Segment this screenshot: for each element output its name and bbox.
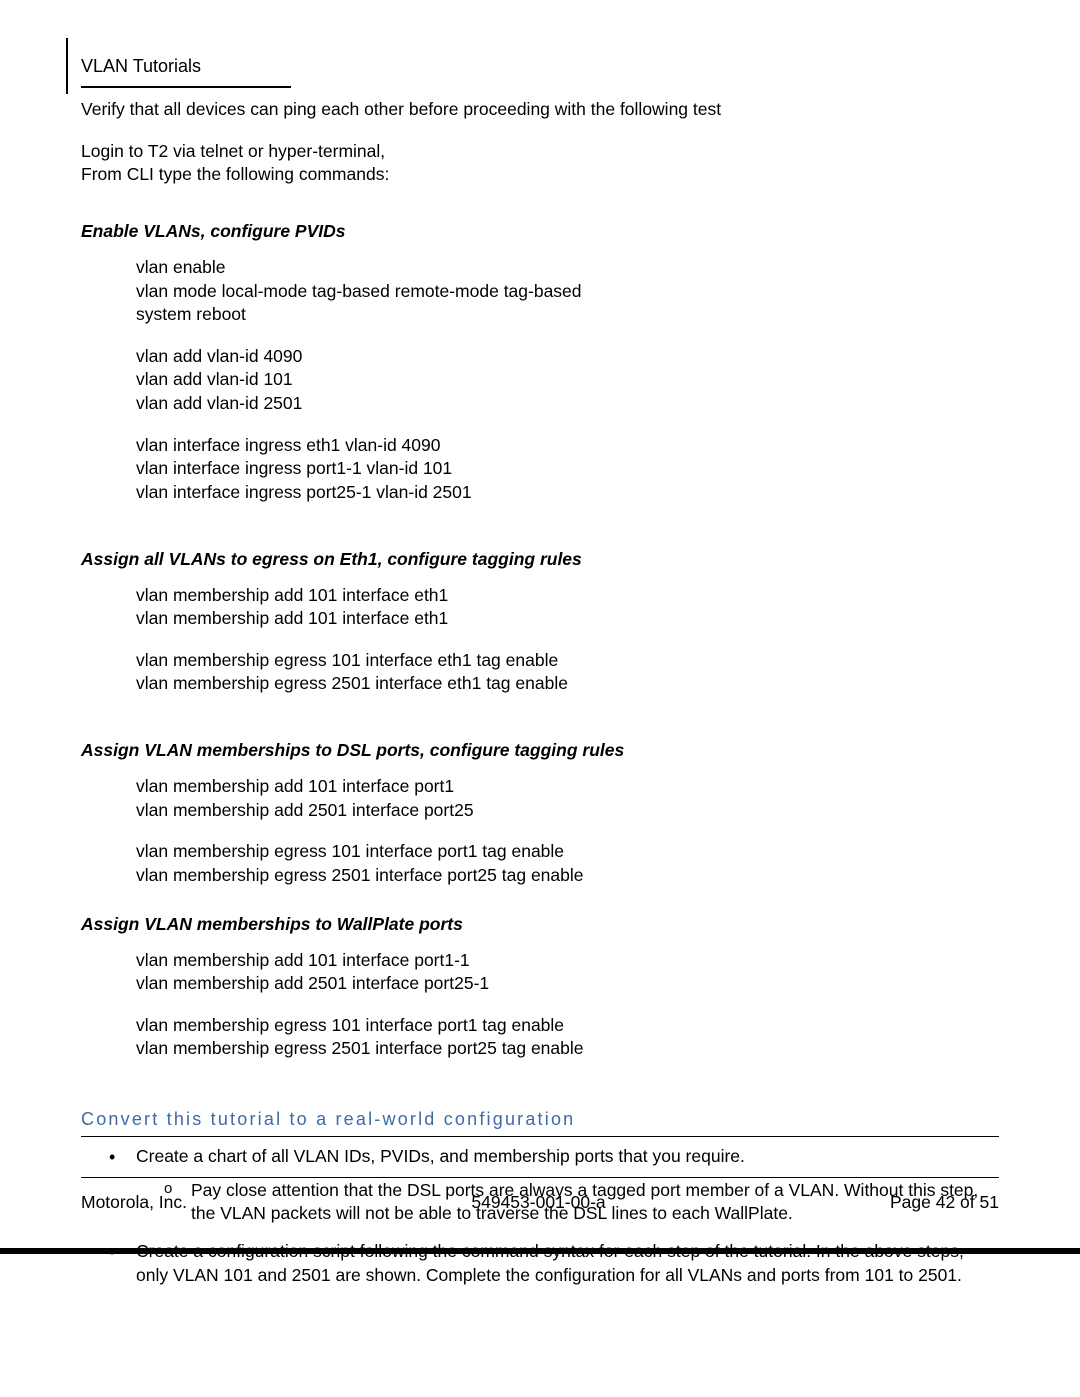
command-line: vlan membership add 101 interface eth1 — [136, 584, 999, 608]
footer-row: Motorola, Inc. 549453-001-00-a Page 42 o… — [81, 1192, 999, 1213]
command-line: vlan enable — [136, 256, 999, 280]
section-heading: Assign VLAN memberships to DSL ports, co… — [81, 740, 999, 761]
command-block: vlan enable vlan mode local-mode tag-bas… — [136, 256, 999, 327]
command-line: vlan membership egress 2501 interface et… — [136, 672, 999, 696]
command-line: vlan membership add 101 interface port1-… — [136, 949, 999, 973]
list-item: Create a configuration script following … — [81, 1240, 999, 1287]
list-item-text: Create a chart of all VLAN IDs, PVIDs, a… — [136, 1146, 745, 1166]
command-block: vlan add vlan-id 4090 vlan add vlan-id 1… — [136, 345, 999, 416]
document-bottom-bar — [0, 1248, 1080, 1254]
footer-left: Motorola, Inc. — [81, 1192, 187, 1213]
page-footer: Motorola, Inc. 549453-001-00-a Page 42 o… — [81, 1177, 999, 1213]
convert-bullet-list: Create a chart of all VLAN IDs, PVIDs, a… — [81, 1145, 999, 1287]
command-line: vlan membership add 101 interface port1 — [136, 775, 999, 799]
command-line: vlan add vlan-id 101 — [136, 368, 999, 392]
page-header: VLAN Tutorials — [81, 38, 999, 94]
command-line: system reboot — [136, 303, 999, 327]
intro-login-2: From CLI type the following commands: — [81, 163, 999, 187]
header-vertical-rule — [66, 38, 68, 94]
intro-login-1: Login to T2 via telnet or hyper-terminal… — [81, 140, 999, 164]
footer-rule — [81, 1177, 999, 1178]
section-heading: Assign all VLANs to egress on Eth1, conf… — [81, 549, 999, 570]
command-block: vlan membership egress 101 interface por… — [136, 840, 999, 887]
command-line: vlan membership add 101 interface eth1 — [136, 607, 999, 631]
command-block: vlan membership egress 101 interface eth… — [136, 649, 999, 696]
command-line: vlan membership add 2501 interface port2… — [136, 799, 999, 823]
command-block: vlan interface ingress eth1 vlan-id 4090… — [136, 434, 999, 505]
header-title: VLAN Tutorials — [81, 56, 201, 77]
command-line: vlan membership egress 101 interface por… — [136, 1014, 999, 1038]
section-heading: Enable VLANs, configure PVIDs — [81, 221, 999, 242]
convert-heading-rule — [81, 1136, 999, 1137]
footer-center: 549453-001-00-a — [471, 1192, 605, 1213]
footer-right: Page 42 of 51 — [890, 1192, 999, 1213]
header-horizontal-rule — [81, 86, 291, 88]
command-line: vlan mode local-mode tag-based remote-mo… — [136, 280, 999, 304]
command-line: vlan membership egress 101 interface eth… — [136, 649, 999, 673]
command-line: vlan membership egress 101 interface por… — [136, 840, 999, 864]
command-block: vlan membership add 101 interface port1 … — [136, 775, 999, 822]
command-line: vlan membership egress 2501 interface po… — [136, 1037, 999, 1061]
section-heading: Assign VLAN memberships to WallPlate por… — [81, 914, 999, 935]
intro-verify: Verify that all devices can ping each ot… — [81, 98, 999, 122]
command-block: vlan membership add 101 interface eth1 v… — [136, 584, 999, 631]
command-line: vlan add vlan-id 2501 — [136, 392, 999, 416]
command-line: vlan add vlan-id 4090 — [136, 345, 999, 369]
command-block: vlan membership egress 101 interface por… — [136, 1014, 999, 1061]
convert-heading: Convert this tutorial to a real-world co… — [81, 1109, 999, 1130]
body-content: Verify that all devices can ping each ot… — [81, 98, 999, 1287]
command-line: vlan membership add 2501 interface port2… — [136, 972, 999, 996]
command-line: vlan interface ingress eth1 vlan-id 4090 — [136, 434, 999, 458]
command-line: vlan interface ingress port1-1 vlan-id 1… — [136, 457, 999, 481]
command-line: vlan interface ingress port25-1 vlan-id … — [136, 481, 999, 505]
command-line: vlan membership egress 2501 interface po… — [136, 864, 999, 888]
command-block: vlan membership add 101 interface port1-… — [136, 949, 999, 996]
